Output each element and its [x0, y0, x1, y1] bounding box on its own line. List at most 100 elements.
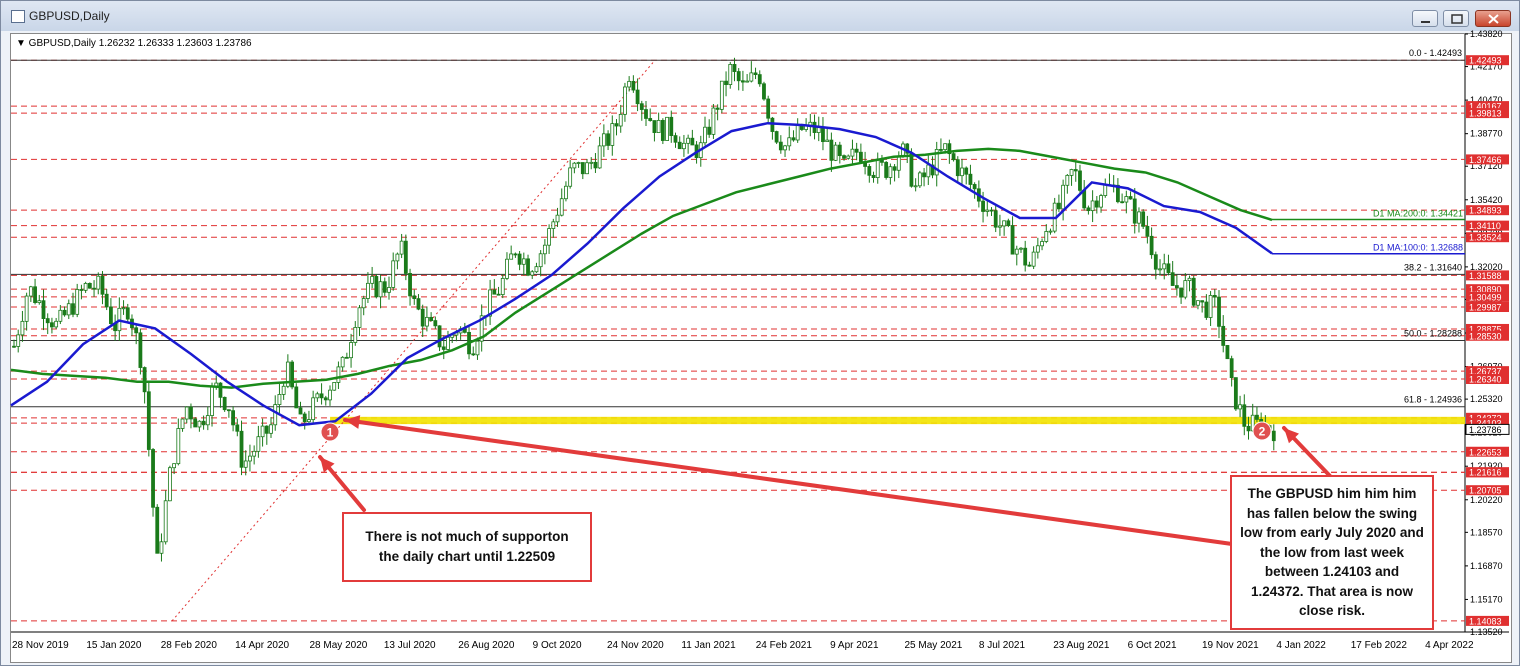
marker-2-label: 2: [1259, 425, 1266, 439]
candle-body: [610, 123, 615, 146]
candle-body: [87, 282, 92, 289]
price-tag-label: 1.37466: [1469, 155, 1502, 165]
candle-body: [589, 161, 594, 164]
candle-body: [1149, 235, 1154, 256]
candle-body: [884, 161, 889, 178]
candle-body: [513, 253, 518, 256]
candle-body: [1010, 225, 1015, 255]
candle-body: [943, 143, 948, 151]
candle-body: [1191, 277, 1196, 306]
candle-body: [146, 391, 151, 450]
candle-body: [387, 287, 391, 293]
candle-body: [922, 172, 926, 178]
candle-body: [534, 266, 539, 273]
candle-body: [1082, 189, 1087, 209]
candle-body: [635, 89, 640, 105]
price-tag-label: 1.29987: [1469, 303, 1502, 313]
candle-body: [12, 345, 16, 348]
candle-body: [623, 86, 627, 115]
candle-body: [1204, 301, 1209, 318]
candle-body: [16, 334, 21, 347]
candle-body: [601, 133, 606, 147]
candle-body: [917, 172, 922, 187]
time-tick-label: 26 Aug 2020: [458, 640, 515, 651]
candle-body: [614, 123, 619, 127]
fibonacci-label: 38.2 - 1.31640: [1404, 262, 1462, 272]
support-zone: [330, 416, 1465, 425]
time-tick-label: 25 May 2021: [905, 640, 963, 651]
time-tick-label: 9 Apr 2021: [830, 640, 879, 651]
candle-body: [62, 309, 67, 316]
candle-body: [981, 200, 985, 212]
price-tag-label: 1.28530: [1469, 331, 1502, 341]
candle-body: [1229, 358, 1234, 378]
price-tick-label: 1.18570: [1470, 527, 1503, 537]
price-tag-label: 1.42493: [1469, 56, 1502, 66]
candle-body: [92, 287, 96, 290]
candle-body: [298, 407, 303, 415]
candle-body: [231, 410, 235, 426]
candle-body: [618, 113, 623, 127]
candle-body: [1124, 196, 1129, 203]
candle-body: [382, 281, 387, 293]
candle-body: [138, 332, 143, 368]
candle-body: [1221, 325, 1226, 346]
candle-body: [715, 107, 720, 110]
candle-body: [433, 320, 438, 327]
candle-body: [593, 161, 598, 169]
candle-body: [960, 167, 964, 177]
candle-body: [728, 64, 733, 86]
candle-body: [492, 289, 497, 295]
candle-body: [993, 210, 998, 228]
candle-body: [648, 118, 653, 121]
candle-body: [955, 159, 960, 177]
candle-body: [79, 289, 84, 291]
ma-200-line: [10, 147, 1273, 389]
candle-body: [1141, 211, 1146, 227]
candle-body: [45, 318, 50, 324]
candle-body: [374, 276, 379, 298]
candle-body: [753, 72, 758, 76]
candle-body: [821, 126, 825, 143]
candle-body: [972, 184, 977, 190]
time-tick-label: 28 Nov 2019: [12, 640, 69, 651]
candle-body: [180, 418, 185, 429]
price-tag-label: 1.14083: [1469, 616, 1502, 626]
price-tick-label: 1.16870: [1470, 561, 1503, 571]
candle-body: [416, 298, 421, 310]
candle-body: [757, 74, 762, 85]
candle-body: [580, 162, 585, 175]
candle-body: [277, 394, 282, 405]
candle-body: [336, 366, 341, 383]
candle-body: [1271, 430, 1276, 442]
candle-body: [366, 282, 370, 299]
candle-body: [71, 303, 75, 315]
candle-body: [273, 404, 278, 426]
candle-body: [926, 164, 931, 178]
candle-body: [1006, 220, 1011, 227]
candle-body: [627, 80, 632, 88]
candle-body: [888, 166, 893, 178]
candle-body: [1212, 295, 1217, 298]
candle-body: [1170, 272, 1175, 286]
candle-body: [370, 276, 375, 284]
candle-body: [964, 167, 969, 175]
candle-body: [1233, 377, 1238, 410]
candle-body: [1128, 196, 1133, 200]
current-price-label: 1.23786: [1469, 425, 1502, 435]
time-tick-label: 17 Feb 2022: [1351, 640, 1408, 651]
candle-body: [825, 139, 830, 143]
candle-body: [909, 152, 914, 187]
candle-body: [1099, 195, 1103, 208]
candle-body: [109, 306, 113, 325]
candle-body: [989, 209, 994, 212]
candle-body: [875, 158, 880, 179]
candle-body: [711, 107, 716, 135]
time-tick-label: 9 Oct 2020: [533, 640, 582, 651]
candle-body: [226, 409, 231, 412]
candle-body: [867, 166, 872, 176]
candle-body: [542, 244, 547, 255]
candle-body: [1162, 263, 1167, 270]
time-tick-label: 8 Jul 2021: [979, 640, 1026, 651]
candle-body: [441, 346, 446, 350]
